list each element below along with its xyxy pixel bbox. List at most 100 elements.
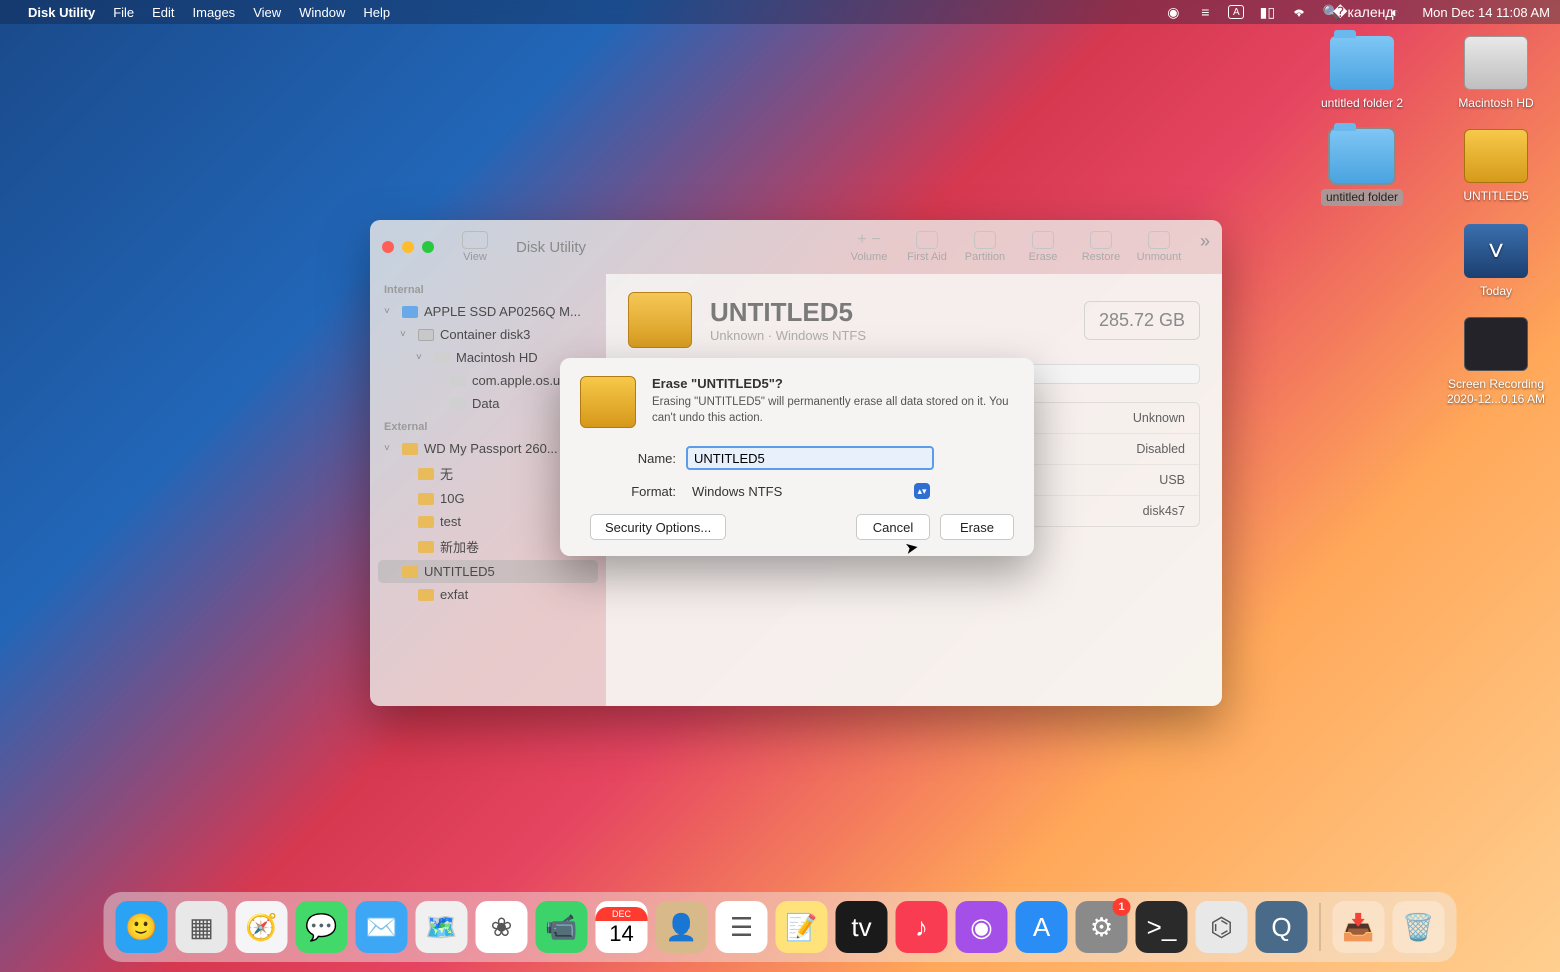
dock-app-terminal[interactable]: >_ — [1136, 901, 1188, 953]
sidebar-item-label: exfat — [440, 587, 468, 602]
sidebar-icon — [462, 231, 488, 249]
desktop-hd[interactable]: Macintosh HD — [1446, 36, 1546, 111]
dock-app-safari[interactable]: 🧭 — [236, 901, 288, 953]
icon-label: untitled folder — [1321, 189, 1403, 206]
modal-body: Erasing "UNTITLED5" will permanently era… — [652, 395, 1014, 426]
dock-app-podcasts[interactable]: ◉ — [956, 901, 1008, 953]
detail-val: Unknown — [1133, 411, 1185, 425]
desktop-screenrec[interactable]: Screen Recording 2020-12...0.16 AM — [1446, 317, 1546, 407]
close-button[interactable] — [382, 241, 394, 253]
dock-app-settings[interactable]: ⚙ — [1076, 901, 1128, 953]
erase-button[interactable]: Erase — [940, 514, 1014, 540]
dock-app-messages[interactable]: 💬 — [296, 901, 348, 953]
window-titlebar[interactable]: View Disk Utility + −Volume First Aid Pa… — [370, 220, 1222, 274]
dock-downloads[interactable]: 📥 — [1333, 901, 1385, 953]
restore-icon — [1090, 231, 1112, 249]
cancel-button[interactable]: Cancel — [856, 514, 930, 540]
sidebar-item-label: WD My Passport 260... — [424, 441, 558, 456]
menu-view[interactable]: View — [253, 5, 281, 20]
unmount-icon — [1148, 231, 1170, 249]
toolbar-erase[interactable]: Erase — [1020, 231, 1066, 263]
dock-app-diskutility[interactable]: ⌬ — [1196, 901, 1248, 953]
format-label: Format: — [580, 484, 676, 499]
sidebar-item-label: test — [440, 514, 461, 529]
erase-icon — [1032, 231, 1054, 249]
name-input[interactable] — [686, 446, 934, 470]
desktop-folder[interactable]: untitled folder 2 — [1312, 36, 1412, 111]
desktop-today[interactable]: ˅Today — [1446, 224, 1546, 299]
toolbar-restore[interactable]: Restore — [1078, 231, 1124, 263]
toolbar-firstaid[interactable]: First Aid — [904, 231, 950, 263]
zoom-button[interactable] — [422, 241, 434, 253]
sidebar-item-container[interactable]: ˅Container disk3 — [370, 323, 606, 346]
battery-icon[interactable]: ▮▯ — [1258, 3, 1276, 21]
toolbar-view[interactable]: View — [462, 231, 488, 263]
volume-capacity: 285.72 GB — [1084, 301, 1200, 340]
toolbar-partition[interactable]: Partition — [962, 231, 1008, 263]
dock-app-photos[interactable]: ❀ — [476, 901, 528, 953]
desktop-icons: untitled folder 2 Macintosh HD untitled … — [1296, 36, 1546, 407]
icon-label: UNTITLED5 — [1463, 189, 1528, 204]
status-icon[interactable]: A — [1228, 5, 1244, 19]
toolbar-label: Volume — [851, 251, 888, 263]
sidebar-item-label: com.apple.os.u — [472, 373, 560, 388]
dock-app-facetime[interactable]: 📹 — [536, 901, 588, 953]
status-icon[interactable]: ≡ — [1196, 3, 1214, 21]
sidebar-item-label: Container disk3 — [440, 327, 530, 342]
menu-images[interactable]: Images — [193, 5, 236, 20]
format-value: Windows NTFS — [692, 484, 782, 499]
name-label: Name: — [580, 451, 676, 466]
dock-app-reminders[interactable]: ☰ — [716, 901, 768, 953]
ext-vol-icon — [418, 468, 434, 480]
sidebar-item-disk[interactable]: ˅APPLE SSD AP0256Q M... — [370, 300, 606, 323]
desktop-ext-hd[interactable]: UNTITLED5 — [1446, 129, 1546, 206]
dock-app-tv[interactable]: tv — [836, 901, 888, 953]
desktop-folder-selected[interactable]: untitled folder — [1312, 129, 1412, 206]
volume-big-icon — [628, 292, 692, 348]
toolbar-label: Partition — [965, 251, 1005, 263]
dock-app-contacts[interactable]: 👤 — [656, 901, 708, 953]
menu-window[interactable]: Window — [299, 5, 345, 20]
dock-app-finder[interactable]: 🙂 — [116, 901, 168, 953]
dock-app-mail[interactable]: ✉️ — [356, 901, 408, 953]
toolbar-label: Erase — [1029, 251, 1058, 263]
erase-volume-icon — [580, 376, 636, 428]
menu-file[interactable]: File — [113, 5, 134, 20]
minimize-button[interactable] — [402, 241, 414, 253]
menu-help[interactable]: Help — [363, 5, 390, 20]
ext-vol-icon — [418, 589, 434, 601]
toolbar-overflow[interactable]: » — [1200, 231, 1210, 252]
app-name[interactable]: Disk Utility — [28, 5, 95, 20]
dock-app-quicktime[interactable]: Q — [1256, 901, 1308, 953]
dock-app-notes[interactable]: 📝 — [776, 901, 828, 953]
dock: 🙂▦🧭💬✉️🗺️❀📹DEC14👤☰📝tv♪◉A⚙>_⌬Q 📥🗑️ — [104, 892, 1457, 962]
dock-trash[interactable]: 🗑️ — [1393, 901, 1445, 953]
toolbar-unmount[interactable]: Unmount — [1136, 231, 1182, 263]
security-options-button[interactable]: Security Options... — [590, 514, 726, 540]
toolbar-label: View — [463, 251, 487, 263]
sidebar-header-internal: Internal — [370, 278, 606, 300]
wifi-icon[interactable] — [1290, 3, 1308, 21]
ext-vol-icon — [402, 566, 418, 578]
sidebar-item-label: APPLE SSD AP0256Q M... — [424, 304, 581, 319]
dock-app-appstore[interactable]: A — [1016, 901, 1068, 953]
dock-app-launchpad[interactable]: ▦ — [176, 901, 228, 953]
menubar-clock[interactable]: Mon Dec 14 11:08 AM — [1422, 5, 1550, 20]
control-center-icon[interactable]: �календ — [1354, 3, 1372, 21]
status-icon[interactable]: ◉ — [1164, 3, 1182, 21]
window-title: Disk Utility — [516, 239, 586, 256]
sidebar-item-volume-selected[interactable]: UNTITLED5 — [378, 560, 598, 583]
erase-sheet: Erase "UNTITLED5"? Erasing "UNTITLED5" w… — [560, 358, 1034, 556]
dock-app-calendar[interactable]: DEC14 — [596, 901, 648, 953]
volume-subtitle: Unknown · Windows NTFS — [710, 328, 866, 343]
select-arrows-icon: ▴▾ — [914, 483, 930, 499]
siri-icon[interactable]: ◐ — [1386, 3, 1404, 21]
dock-app-music[interactable]: ♪ — [896, 901, 948, 953]
container-icon — [418, 329, 434, 341]
format-select[interactable]: Windows NTFS ▴▾ — [686, 480, 934, 502]
sidebar-item-volume[interactable]: exfat — [370, 583, 606, 606]
dock-app-maps[interactable]: 🗺️ — [416, 901, 468, 953]
toolbar-volume[interactable]: + −Volume — [846, 231, 892, 263]
menu-edit[interactable]: Edit — [152, 5, 174, 20]
disk-icon — [402, 306, 418, 318]
